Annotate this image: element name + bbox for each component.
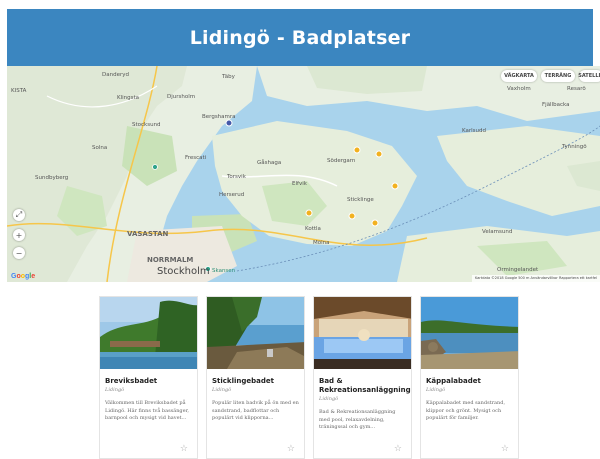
- map-marker: [375, 150, 383, 158]
- map-label: Fjällbacka: [542, 102, 569, 108]
- map-label: Mölna: [313, 240, 330, 246]
- map-label: Klingsta: [117, 95, 139, 101]
- favorite-star-icon[interactable]: ☆: [180, 444, 188, 454]
- map-label: Resarö: [567, 86, 586, 92]
- card-description: Välkommen till Breviksbadet på Lidingö. …: [105, 400, 190, 421]
- map-label: Sundbyberg: [35, 175, 68, 181]
- map-label: Ormingelandet: [497, 267, 539, 273]
- card-location: Lidingö: [426, 387, 446, 393]
- card-photo: [100, 297, 197, 369]
- card-title[interactable]: Breviksbadet: [105, 377, 192, 386]
- map-label: Bergshamra: [202, 114, 236, 120]
- map-marker: [371, 219, 379, 227]
- map-label: Frescati: [185, 155, 207, 161]
- card-description: Populär liten badvik på ön med en sandst…: [212, 400, 299, 421]
- card-kappalabadet[interactable]: Käppalabadet Lidingö Käppalabadet med sa…: [420, 296, 519, 459]
- map-label: Tynningö: [561, 144, 587, 150]
- page-header: Lidingö - Badplatser: [7, 9, 593, 66]
- zoom-out-button[interactable]: −: [13, 247, 25, 259]
- favorite-star-icon[interactable]: ☆: [287, 444, 295, 454]
- map-type-terrain-button[interactable]: TERRÄNG: [541, 70, 575, 82]
- card-sticklingebadet[interactable]: Sticklingebadet Lidingö Populär liten ba…: [206, 296, 305, 459]
- map-label: Stocksund: [132, 122, 161, 128]
- card-location: Lidingö: [319, 396, 339, 402]
- map-label: Elfvik: [292, 181, 308, 187]
- card-photo: [314, 297, 411, 369]
- card-description: Bad & Rekreationsanläggning med pool, re…: [319, 409, 396, 430]
- card-location: Lidingö: [212, 387, 232, 393]
- favorite-star-icon[interactable]: ☆: [394, 444, 402, 454]
- map-attribution[interactable]: Kartdata ©2018 Google 500 m Användarvill…: [472, 275, 600, 282]
- map-label: Kottla: [305, 226, 321, 232]
- map-label: Sticklinge: [347, 197, 374, 203]
- map-label: Herserud: [219, 192, 244, 198]
- page: Lidingö - Badplatser KISTA Danderyd Täby…: [0, 0, 600, 459]
- card-list: Breviksbadet Lidingö Välkommen till Brev…: [99, 296, 525, 459]
- card-title[interactable]: Bad & Rekreationsanläggning: [319, 377, 411, 395]
- map-type-satellite-button[interactable]: SATELLIT: [578, 70, 600, 82]
- card-bad-rekreationsanlaggning[interactable]: Bad & Rekreationsanläggning Lidingö Bad …: [313, 296, 412, 459]
- map[interactable]: KISTA Danderyd Täby Klingsta Djursholm S…: [7, 66, 600, 282]
- card-photo: [207, 297, 304, 369]
- map-marker: [353, 146, 361, 154]
- card-description: Käppalabadet med sandstrand, klippor och…: [426, 400, 506, 421]
- card-location: Lidingö: [105, 387, 125, 393]
- map-label: Torsvik: [226, 174, 247, 180]
- google-logo[interactable]: Google: [11, 273, 35, 280]
- map-label: Velamsund: [482, 229, 512, 235]
- map-canvas[interactable]: KISTA Danderyd Täby Klingsta Djursholm S…: [7, 66, 600, 282]
- map-label: Djursholm: [167, 94, 195, 100]
- card-title[interactable]: Sticklingebadet: [212, 377, 299, 386]
- card-photo: [421, 297, 518, 369]
- map-marker: [391, 182, 399, 190]
- favorite-star-icon[interactable]: ☆: [501, 444, 509, 454]
- fullscreen-icon[interactable]: ⤢: [13, 209, 25, 221]
- map-label: Södergarn: [327, 158, 356, 164]
- page-title: Lidingö - Badplatser: [189, 26, 411, 49]
- map-label: Vaxholm: [507, 86, 531, 92]
- map-marker: [225, 119, 233, 127]
- map-label: NORRMALM: [147, 256, 193, 264]
- map-marker: [152, 164, 158, 170]
- map-label: Danderyd: [102, 72, 129, 78]
- map-marker: [305, 209, 313, 217]
- card-breviksbadet[interactable]: Breviksbadet Lidingö Välkommen till Brev…: [99, 296, 198, 459]
- map-label: Täby: [221, 74, 236, 80]
- map-label: Skansen: [212, 268, 236, 274]
- map-label: VASASTAN: [127, 230, 169, 238]
- map-label: Gåshaga: [257, 159, 281, 166]
- card-title[interactable]: Käppalabadet: [426, 377, 513, 386]
- map-type-roadmap-button[interactable]: VÄGKARTA: [501, 70, 537, 82]
- map-label: KISTA: [11, 88, 27, 94]
- map-label: Solna: [92, 145, 107, 151]
- map-label: Stockholm: [157, 266, 210, 277]
- map-marker: [348, 212, 356, 220]
- map-label: Karlsudd: [462, 128, 486, 134]
- zoom-in-button[interactable]: +: [13, 229, 25, 241]
